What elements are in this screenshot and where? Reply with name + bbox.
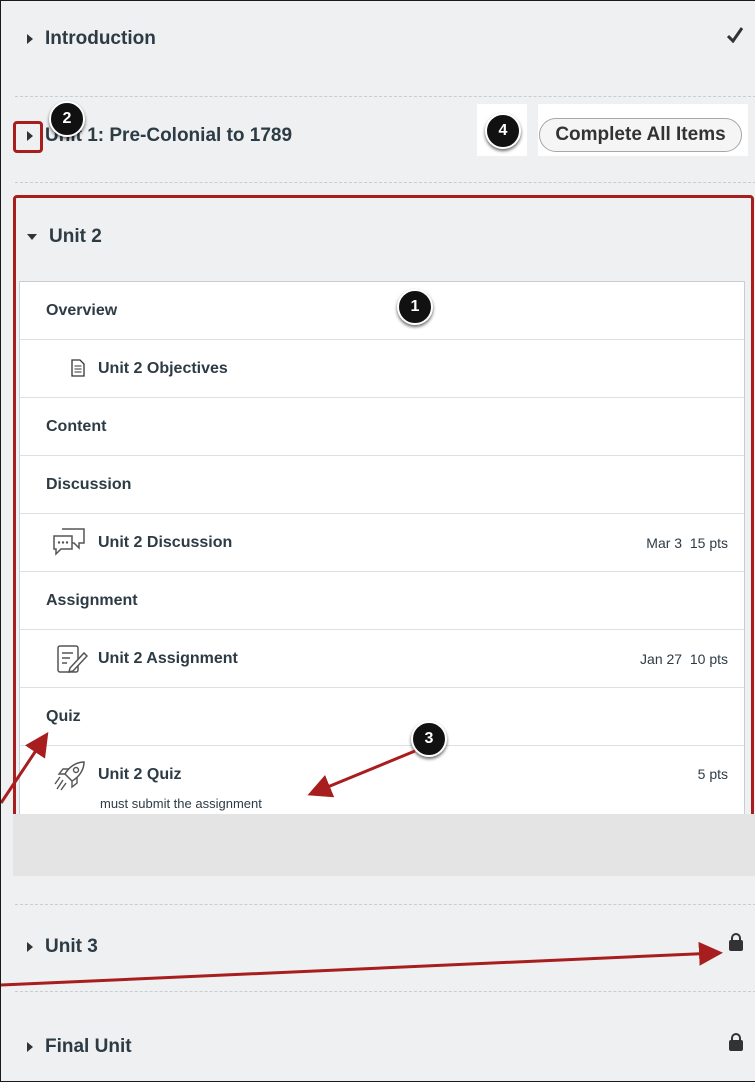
callout-highlight-caret: [13, 121, 43, 153]
divider: [15, 96, 755, 97]
divider: [15, 182, 755, 183]
complete-all-items-button[interactable]: Complete All Items: [539, 118, 742, 152]
callout-badge-4: 4: [485, 113, 521, 149]
module-header-unit-3[interactable]: Unit 3: [1, 927, 755, 967]
module-header-final-unit[interactable]: Final Unit: [1, 1027, 755, 1067]
checkmark-icon: [727, 27, 743, 43]
caret-right-icon: [27, 1042, 33, 1052]
lock-icon: [729, 1033, 743, 1051]
caret-right-icon: [27, 34, 33, 44]
modules-page: Introduction Unit 1: Pre-Colonial to 178…: [0, 0, 755, 1082]
module-header-introduction[interactable]: Introduction: [1, 19, 755, 59]
callout-highlight-unit-2: [13, 195, 754, 859]
overlay-band: [13, 814, 755, 876]
module-title: Introduction: [45, 28, 156, 49]
callout-badge-3: 3: [411, 721, 447, 757]
callout-badge-1: 1: [397, 289, 433, 325]
divider: [15, 904, 755, 905]
caret-right-icon: [27, 942, 33, 952]
divider: [15, 991, 755, 992]
callout-badge-2: 2: [49, 101, 85, 137]
module-title: Unit 3: [45, 936, 98, 957]
module-title: Final Unit: [45, 1036, 132, 1057]
lock-icon: [729, 933, 743, 951]
